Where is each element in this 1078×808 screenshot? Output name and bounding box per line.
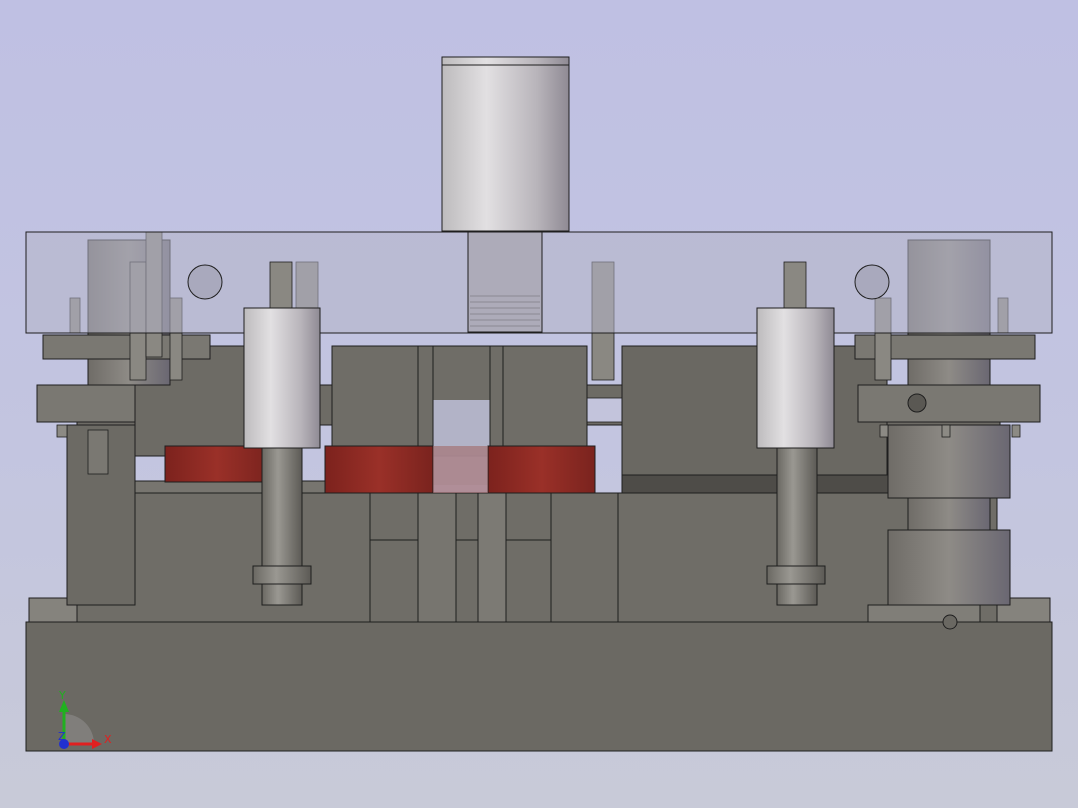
right-post-lower[interactable] (887, 529, 1011, 606)
right-small-pin-3 (1011, 424, 1021, 438)
z-axis-label: Z (58, 730, 66, 743)
left-dowel-circle-icon (187, 264, 223, 300)
red-block-center-left[interactable] (324, 445, 434, 494)
left-guide-pin-collar (252, 565, 312, 585)
red-block-left[interactable] (164, 445, 270, 483)
right-small-pin-2 (941, 424, 951, 438)
right-flange-hole-icon (907, 393, 927, 413)
stripper-window (585, 397, 623, 423)
right-post-base (867, 604, 981, 623)
right-dowel-circle-icon (854, 264, 890, 300)
right-small-pin-1 (879, 424, 889, 438)
left-guide-pin-upper (269, 261, 293, 311)
left-lower-pillar-inner (87, 429, 109, 475)
left-flange-upper (42, 334, 211, 360)
center-punch-left (417, 492, 457, 623)
lower-die-block[interactable] (76, 492, 998, 623)
upper-right-dark-strip (621, 474, 923, 494)
upper-right-block (621, 345, 888, 487)
right-guide-bushing[interactable] (756, 307, 835, 449)
shank-neck (467, 231, 543, 333)
cad-graphics-viewport[interactable]: Y X Z (0, 0, 1078, 808)
die-assembly-model[interactable]: Y X Z (0, 0, 1078, 808)
red-block-center-right[interactable] (487, 445, 596, 494)
left-guide-bushing[interactable] (243, 307, 321, 449)
x-axis-label: X (104, 733, 112, 746)
right-bottom-hole-icon (942, 614, 958, 630)
center-punch (477, 492, 507, 623)
left-flange[interactable] (36, 384, 136, 423)
right-flange[interactable] (857, 384, 1041, 423)
red-block-overlay (433, 446, 488, 493)
y-axis-label: Y (58, 689, 66, 702)
left-small-pin (56, 424, 68, 438)
right-guide-pin-upper (783, 261, 807, 311)
shank-cylinder[interactable] (441, 56, 570, 232)
lower-base-plate[interactable] (25, 621, 1053, 752)
right-post-neck (907, 497, 991, 531)
right-guide-pin-collar (766, 565, 826, 585)
